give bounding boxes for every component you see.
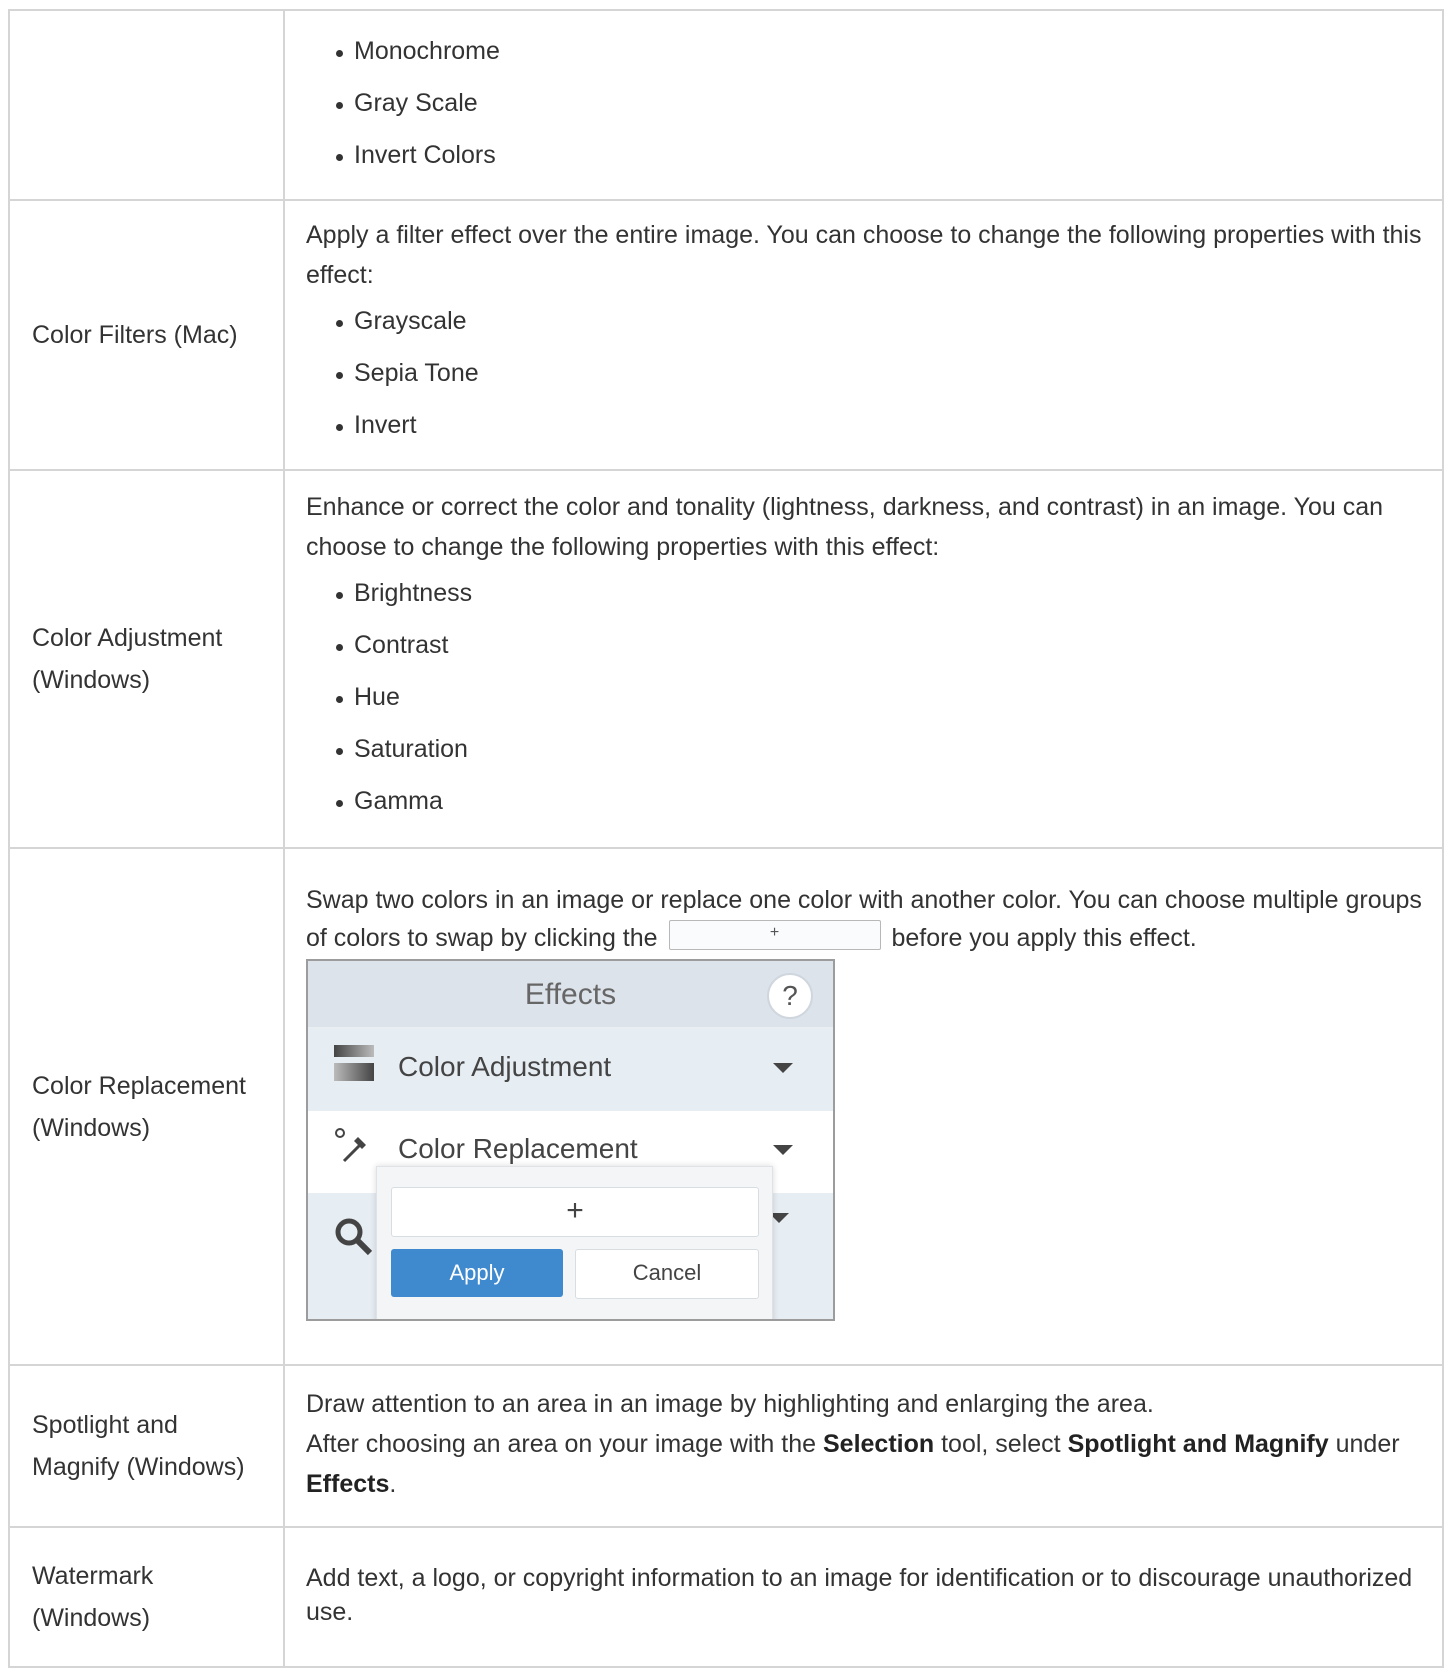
description-text: Swap two colors in an image or replace o… <box>306 885 1422 952</box>
property-list: Brightness Contrast Hue Saturation Gamma <box>306 567 1422 827</box>
chevron-down-icon[interactable] <box>773 1144 793 1155</box>
description-text: Enhance or correct the color and tonalit… <box>306 493 1384 561</box>
row-description: Apply a filter effect over the entire im… <box>283 199 1444 471</box>
apply-button[interactable]: Apply <box>391 1248 563 1297</box>
row-description: Add text, a logo, or copyright informati… <box>283 1526 1444 1668</box>
inline-add-button: + <box>668 919 881 950</box>
eyedropper-icon <box>332 1125 372 1174</box>
effect-label: Color Replacement <box>398 1132 638 1164</box>
description-text: Draw attention to an area in an image by… <box>306 1390 1400 1498</box>
table-row: Color Replacement (Windows) Swap two col… <box>8 847 1444 1366</box>
property-list: Monochrome Gray Scale Invert Colors <box>306 25 1422 181</box>
row-name: Color Filters (Mac) <box>8 199 285 471</box>
help-button[interactable]: ? <box>767 972 813 1019</box>
list-item: Saturation <box>336 723 1422 775</box>
list-item: Invert <box>336 399 1422 451</box>
row-name: Spotlight and Magnify (Windows) <box>8 1364 285 1528</box>
color-replacement-popup: + Apply Cancel <box>376 1165 773 1319</box>
list-item: Grayscale <box>336 295 1422 347</box>
gradient-bars-icon <box>334 1044 374 1085</box>
row-description: Enhance or correct the color and tonalit… <box>283 469 1444 849</box>
row-name: Color Adjustment (Windows) <box>8 469 285 849</box>
list-item: Monochrome <box>336 25 1422 77</box>
table-row: Color Filters (Mac) Apply a filter effec… <box>8 199 1444 471</box>
effect-label: Color Adjustment <box>398 1050 612 1082</box>
row-name: Watermark (Windows) <box>8 1526 285 1668</box>
row-description: Monochrome Gray Scale Invert Colors <box>283 9 1444 201</box>
row-name <box>8 9 285 201</box>
table-row: Watermark (Windows) Add text, a logo, or… <box>8 1526 1444 1668</box>
add-color-button[interactable]: + <box>391 1186 759 1237</box>
effects-panel-screenshot: Effects ? Color Adjustment Color Replace… <box>306 958 835 1321</box>
row-description: Swap two colors in an image or replace o… <box>283 847 1444 1366</box>
magnifier-icon <box>332 1215 376 1269</box>
list-item: Sepia Tone <box>336 347 1422 399</box>
cancel-button[interactable]: Cancel <box>575 1248 759 1299</box>
table-row: Monochrome Gray Scale Invert Colors <box>8 9 1444 201</box>
chevron-down-icon[interactable] <box>773 1062 793 1073</box>
list-item: Hue <box>336 671 1422 723</box>
description-text: Apply a filter effect over the entire im… <box>306 221 1422 289</box>
effects-title: Effects <box>524 977 617 1011</box>
list-item: Contrast <box>336 619 1422 671</box>
table-row: Color Adjustment (Windows) Enhance or co… <box>8 469 1444 849</box>
effects-header: Effects ? <box>308 960 833 1027</box>
list-item: Brightness <box>336 567 1422 619</box>
table-row: Spotlight and Magnify (Windows) Draw att… <box>8 1364 1444 1528</box>
row-name: Color Replacement (Windows) <box>8 847 285 1366</box>
description-text: Add text, a logo, or copyright informati… <box>306 1564 1413 1626</box>
list-item: Invert Colors <box>336 129 1422 181</box>
list-item: Gamma <box>336 775 1422 827</box>
effects-table: Monochrome Gray Scale Invert Colors Colo… <box>8 9 1444 1668</box>
property-list: Grayscale Sepia Tone Invert <box>306 295 1422 451</box>
row-description: Draw attention to an area in an image by… <box>283 1364 1444 1528</box>
list-item: Gray Scale <box>336 77 1422 129</box>
effect-item-color-adjustment[interactable]: Color Adjustment <box>308 1028 833 1111</box>
